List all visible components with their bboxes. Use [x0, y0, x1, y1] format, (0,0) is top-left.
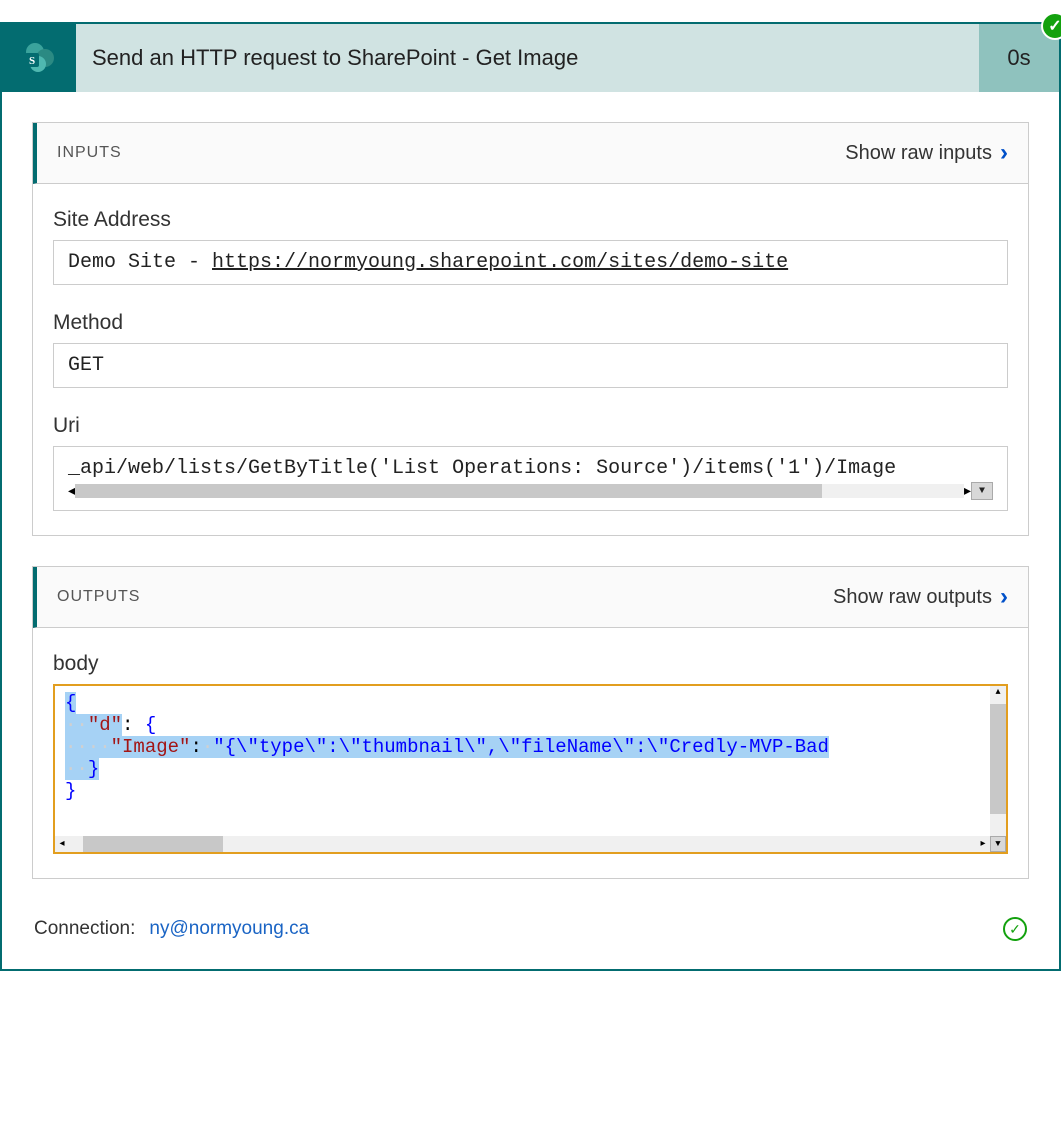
- scroll-up-icon[interactable]: ▴: [990, 686, 1006, 698]
- body-field: body { ··"d": { ····"Image":·"{\"type\":…: [53, 652, 1008, 854]
- uri-value-box[interactable]: _api/web/lists/GetByTitle('List Operatio…: [53, 446, 1008, 511]
- outputs-section: OUTPUTS Show raw outputs › body { ··"d":…: [32, 566, 1029, 879]
- check-icon: ✓: [1048, 16, 1061, 36]
- body-value-box[interactable]: { ··"d": { ····"Image":·"{\"type\":\"thu…: [53, 684, 1008, 854]
- scroll-thumb-v[interactable]: [990, 704, 1006, 814]
- horizontal-scrollbar[interactable]: ◂ ▸: [55, 836, 990, 852]
- uri-scrollbar[interactable]: ◂ ▸ ▼: [68, 482, 993, 500]
- inputs-section: INPUTS Show raw inputs › Site Address De…: [32, 122, 1029, 536]
- connection-label: Connection:: [34, 918, 135, 940]
- svg-text:S: S: [29, 55, 35, 67]
- method-value[interactable]: GET: [53, 343, 1008, 388]
- site-prefix: Demo Site -: [68, 251, 212, 274]
- site-address-value[interactable]: Demo Site - https://normyoung.sharepoint…: [53, 240, 1008, 285]
- scroll-left-icon[interactable]: ◂: [55, 838, 69, 850]
- connection-success-icon: ✓: [1003, 917, 1027, 941]
- json-content[interactable]: { ··"d": { ····"Image":·"{\"type\":\"thu…: [55, 686, 1006, 808]
- uri-label: Uri: [53, 414, 1008, 438]
- card-header[interactable]: S Send an HTTP request to SharePoint - G…: [2, 24, 1059, 92]
- scroll-thumb-h[interactable]: [83, 836, 223, 852]
- method-label: Method: [53, 311, 1008, 335]
- site-url-link[interactable]: https://normyoung.sharepoint.com/sites/d…: [212, 251, 788, 274]
- connection-link[interactable]: ny@normyoung.ca: [149, 918, 309, 940]
- show-raw-inputs-button[interactable]: Show raw inputs ›: [845, 139, 1008, 167]
- site-address-field: Site Address Demo Site - https://normyou…: [53, 208, 1008, 285]
- card-body: INPUTS Show raw inputs › Site Address De…: [2, 92, 1059, 969]
- action-card: ✓ S Send an HTTP request to SharePoint -…: [0, 22, 1061, 971]
- uri-value: _api/web/lists/GetByTitle('List Operatio…: [68, 457, 896, 480]
- scroll-right-icon[interactable]: ▸: [964, 483, 971, 500]
- uri-field: Uri _api/web/lists/GetByTitle('List Oper…: [53, 414, 1008, 511]
- connection-row: Connection: ny@normyoung.ca ✓: [32, 909, 1029, 949]
- action-title: Send an HTTP request to SharePoint - Get…: [76, 45, 979, 71]
- site-address-label: Site Address: [53, 208, 1008, 232]
- dropdown-icon[interactable]: ▼: [990, 836, 1006, 852]
- outputs-title: OUTPUTS: [57, 588, 140, 606]
- scroll-thumb[interactable]: [75, 484, 822, 498]
- vertical-scrollbar[interactable]: ▴: [990, 686, 1006, 836]
- status-success-badge: ✓: [1041, 12, 1061, 40]
- body-label: body: [53, 652, 1008, 676]
- inputs-section-header: INPUTS Show raw inputs ›: [33, 123, 1028, 184]
- inputs-title: INPUTS: [57, 144, 122, 162]
- method-field: Method GET: [53, 311, 1008, 388]
- show-raw-inputs-label: Show raw inputs: [845, 142, 992, 165]
- show-raw-outputs-button[interactable]: Show raw outputs ›: [833, 583, 1008, 611]
- scroll-right-icon[interactable]: ▸: [976, 838, 990, 850]
- dropdown-icon[interactable]: ▼: [971, 482, 993, 500]
- chevron-right-icon: ›: [1000, 139, 1008, 167]
- chevron-right-icon: ›: [1000, 583, 1008, 611]
- show-raw-outputs-label: Show raw outputs: [833, 586, 992, 609]
- scroll-track[interactable]: [75, 484, 964, 498]
- scroll-left-icon[interactable]: ◂: [68, 483, 75, 500]
- outputs-section-header: OUTPUTS Show raw outputs ›: [33, 567, 1028, 628]
- sharepoint-icon: S: [2, 24, 76, 92]
